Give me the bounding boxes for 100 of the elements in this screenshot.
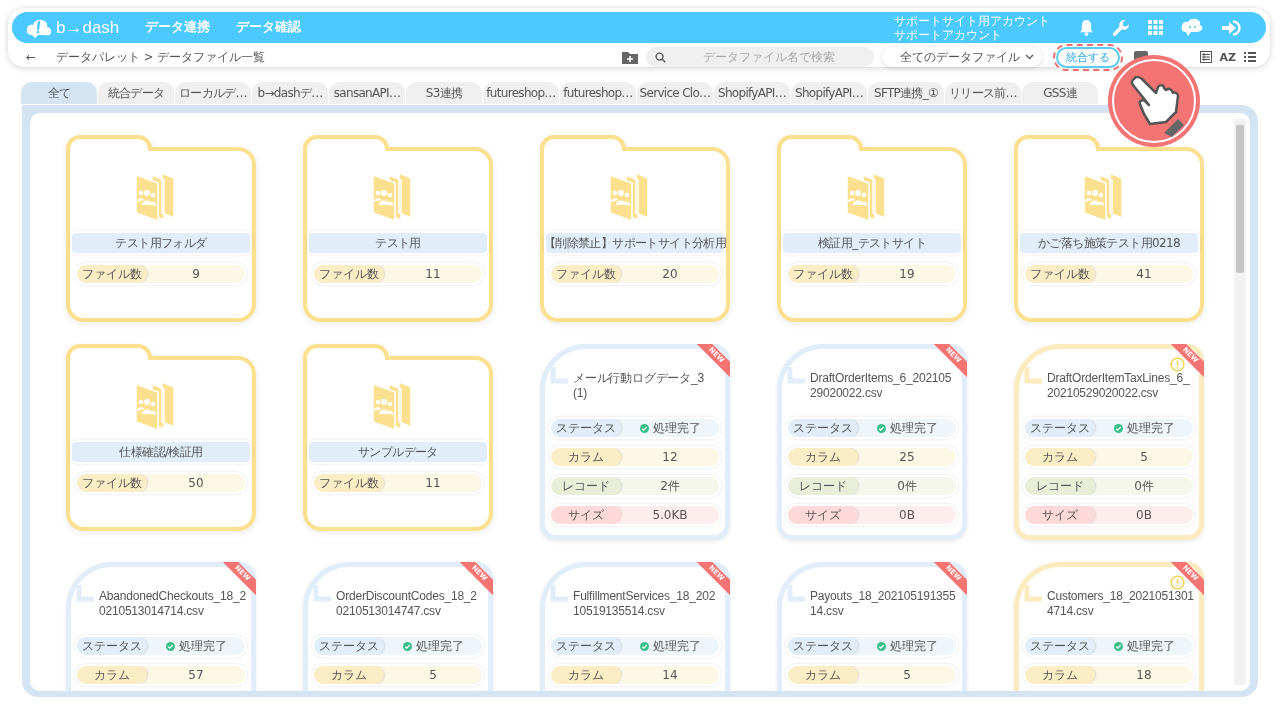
logout-icon[interactable] <box>1221 18 1243 37</box>
corner-icon <box>787 585 805 603</box>
stat-label: カラム <box>1025 448 1095 466</box>
folder-name: 仕様確認/検証用 <box>70 440 252 464</box>
stat-label: カラム <box>551 666 621 684</box>
stat-label: ステータス <box>1025 419 1095 437</box>
stat-label: カラム <box>1025 666 1095 684</box>
account-name: サポートアカウント <box>894 27 1003 42</box>
stat-label: ステータス <box>551 637 621 655</box>
tab[interactable]: 全て <box>20 81 98 105</box>
stat-value: 処理完了 <box>1126 637 1175 655</box>
tab[interactable]: sansanAPI… <box>328 81 406 105</box>
back-button[interactable]: ← <box>26 50 37 64</box>
stat-label: ファイル数 <box>1025 265 1095 283</box>
folder-name: かご落ち施策テスト用0218 <box>1018 231 1200 255</box>
breadcrumb: データパレット > データファイル一覧 <box>56 49 265 65</box>
check-icon <box>876 641 886 651</box>
stat-value: 処理完了 <box>1126 419 1175 437</box>
stat-value: 0件 <box>897 477 917 495</box>
stat-label: サイズ <box>1025 506 1095 524</box>
corner-icon <box>787 367 805 385</box>
stat-value: 処理完了 <box>652 637 701 655</box>
stat-value: 0B <box>1136 508 1152 522</box>
chat-bubble-icon[interactable] <box>1181 17 1203 38</box>
folder-name: テスト用フォルダ <box>70 231 252 255</box>
logo-text: b→dash <box>56 17 120 38</box>
grid-icon[interactable] <box>1148 20 1163 35</box>
wrench-icon[interactable] <box>1112 18 1130 37</box>
stat-label: カラム <box>77 666 147 684</box>
check-icon <box>1113 423 1123 433</box>
stat-label: ステータス <box>314 637 384 655</box>
stat-label: ファイル数 <box>77 474 147 492</box>
tab[interactable]: ShopifyAPI… <box>713 81 791 105</box>
folder-name: 検証用_テストサイト <box>781 231 963 255</box>
stat-label: ステータス <box>551 419 621 437</box>
stat-label: サイズ <box>788 506 858 524</box>
tab[interactable]: 統合データ <box>97 81 175 105</box>
tab[interactable]: ローカルデ… <box>174 81 252 105</box>
stat-label: サイズ <box>551 506 621 524</box>
folder-plus-icon[interactable] <box>621 50 638 64</box>
check-icon <box>1113 641 1123 651</box>
stat-value: 18 <box>1136 668 1152 682</box>
tab[interactable]: SFTP連携_① <box>867 81 945 105</box>
corner-icon <box>313 585 331 603</box>
stat-label: ステータス <box>1025 637 1095 655</box>
check-icon <box>402 641 412 651</box>
tab[interactable]: リリース前… <box>944 81 1022 105</box>
stat-value: 2件 <box>660 477 680 495</box>
stat-label: ファイル数 <box>551 265 621 283</box>
tab[interactable]: Service Clo… <box>636 81 714 105</box>
tab[interactable]: ShopifyAPI… <box>790 81 868 105</box>
list-icon[interactable] <box>1244 52 1256 62</box>
tab[interactable]: GSS連 <box>1021 81 1099 105</box>
chevron-down-icon <box>1024 54 1034 60</box>
folder-name: 【削除禁止】サポートサイト分析用 <box>544 231 726 255</box>
stat-value: 処理完了 <box>178 637 227 655</box>
corner-icon <box>550 367 568 385</box>
stat-value: 12 <box>662 450 678 464</box>
stat-value: 14 <box>662 668 678 682</box>
stat-value: 処理完了 <box>889 637 938 655</box>
stat-value: 50 <box>187 475 205 492</box>
stat-label: ファイル数 <box>788 265 858 283</box>
search-icon <box>654 52 666 63</box>
stat-label: ステータス <box>788 419 858 437</box>
warning-icon <box>1170 357 1185 372</box>
stat-label: ファイル数 <box>77 265 147 283</box>
stat-label: レコード <box>788 477 858 495</box>
tab[interactable]: b→dashデ… <box>251 81 329 105</box>
stat-label: レコード <box>1025 477 1095 495</box>
stat-label: カラム <box>314 666 384 684</box>
stat-label: レコード <box>551 477 621 495</box>
stat-value: 25 <box>899 450 915 464</box>
folder-name: テスト用 <box>307 231 489 255</box>
stat-value: 11 <box>424 266 442 283</box>
stat-label: ファイル数 <box>314 474 384 492</box>
tab[interactable]: futureshop… <box>559 81 637 105</box>
tab[interactable]: futureshop… <box>482 81 560 105</box>
stat-value: 5 <box>903 668 911 682</box>
sort-az-button[interactable]: AZ <box>1219 50 1236 64</box>
stat-label: カラム <box>788 666 858 684</box>
folder-name: サンプルデータ <box>307 440 489 464</box>
check-icon <box>165 641 175 651</box>
stat-label: ステータス <box>77 637 147 655</box>
tab[interactable]: S3連携 <box>405 81 483 105</box>
stat-label: ステータス <box>788 637 858 655</box>
stat-value: 0件 <box>1134 477 1154 495</box>
stat-value: 20 <box>661 266 679 283</box>
check-icon <box>639 641 649 651</box>
bell-icon[interactable] <box>1079 19 1094 36</box>
scrollbar[interactable] <box>1234 119 1246 685</box>
stat-label: カラム <box>788 448 858 466</box>
stat-value: 処理完了 <box>415 637 464 655</box>
corner-icon <box>76 585 94 603</box>
stat-value: 41 <box>1135 266 1153 283</box>
table-view-icon[interactable] <box>1199 51 1212 63</box>
corner-icon <box>1024 585 1042 603</box>
stat-value: 5.0KB <box>652 508 688 522</box>
check-icon <box>876 423 886 433</box>
filter-dropdown[interactable]: 全てのデータファイル <box>881 47 1042 67</box>
stat-label: ファイル数 <box>314 265 384 283</box>
